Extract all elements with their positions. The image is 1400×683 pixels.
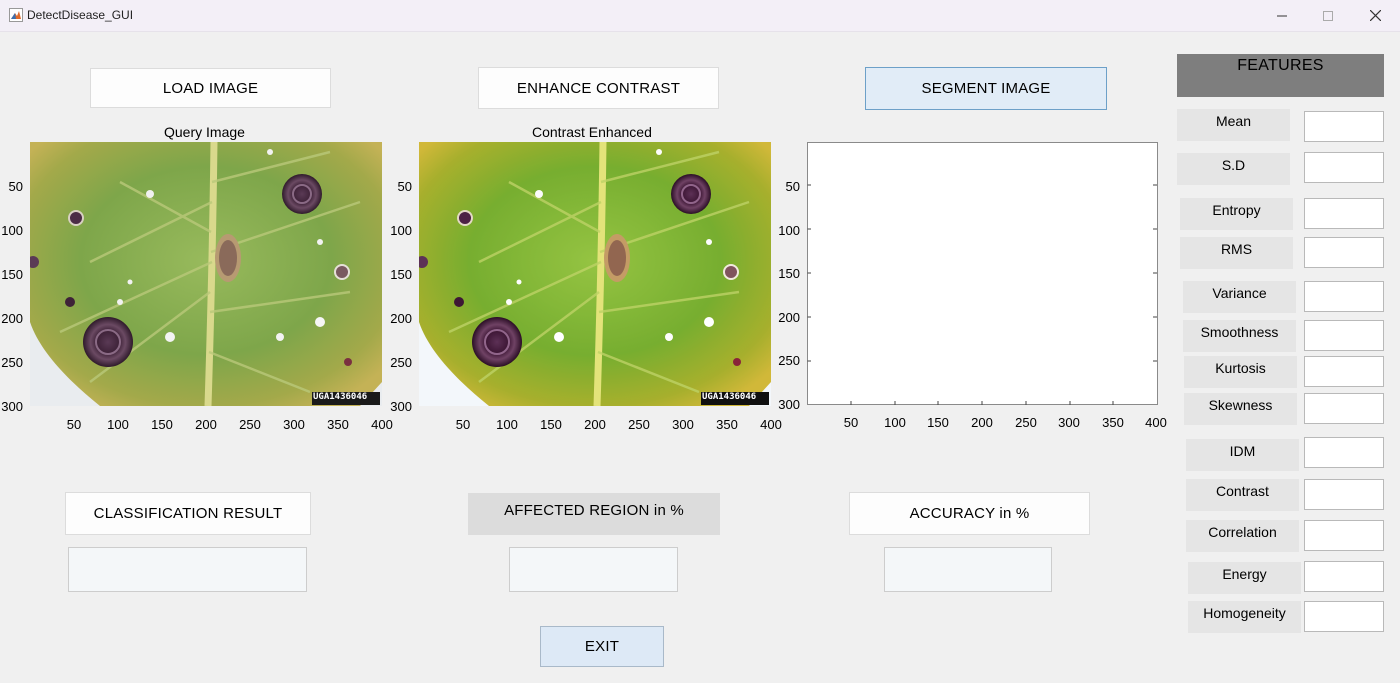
x-tick: 300 bbox=[1058, 415, 1080, 430]
classification-result-field[interactable] bbox=[68, 547, 307, 592]
y-tick: 150 bbox=[778, 266, 800, 281]
x-tick: 200 bbox=[584, 417, 606, 432]
x-tick: 150 bbox=[927, 415, 949, 430]
feature-label-correlation: Correlation bbox=[1186, 520, 1299, 552]
accuracy-button[interactable]: ACCURACY in % bbox=[849, 492, 1090, 535]
y-tick: 200 bbox=[1, 311, 23, 326]
y-tick: 100 bbox=[1, 223, 23, 238]
query-image: UGA1436046 bbox=[30, 142, 382, 406]
x-tick: 300 bbox=[672, 417, 694, 432]
x-tick: 400 bbox=[371, 417, 393, 432]
smoothness-field[interactable] bbox=[1304, 320, 1384, 351]
y-tick: 50 bbox=[785, 179, 800, 194]
sd-field[interactable] bbox=[1304, 152, 1384, 183]
close-button[interactable] bbox=[1352, 0, 1398, 31]
x-tick: 350 bbox=[716, 417, 738, 432]
idm-field[interactable] bbox=[1304, 437, 1384, 468]
mean-field[interactable] bbox=[1304, 111, 1384, 142]
window-title: DetectDisease_GUI bbox=[27, 8, 134, 22]
feature-label-idm: IDM bbox=[1186, 439, 1299, 471]
y-tick: 150 bbox=[1, 267, 23, 282]
x-tick: 200 bbox=[971, 415, 993, 430]
watermark-text: UGA1436046 bbox=[702, 392, 757, 402]
x-tick: 250 bbox=[239, 417, 261, 432]
x-tick: 50 bbox=[455, 417, 471, 432]
x-tick: 350 bbox=[1102, 415, 1124, 430]
query-image-title: Query Image bbox=[164, 124, 245, 140]
x-tick: 400 bbox=[1145, 415, 1167, 430]
skewness-field[interactable] bbox=[1304, 393, 1384, 424]
contrast-enhanced-image: UGA1436046 bbox=[419, 142, 771, 406]
feature-label-variance: Variance bbox=[1183, 281, 1296, 313]
feature-label-entropy: Entropy bbox=[1180, 198, 1293, 230]
x-tick: 350 bbox=[327, 417, 349, 432]
feature-label-mean: Mean bbox=[1177, 109, 1290, 141]
x-tick: 250 bbox=[1015, 415, 1037, 430]
y-tick: 300 bbox=[778, 397, 800, 412]
x-tick: 400 bbox=[760, 417, 782, 432]
y-tick: 200 bbox=[390, 311, 412, 326]
affected-region-label: AFFECTED REGION in % bbox=[468, 493, 720, 535]
maximize-button[interactable] bbox=[1305, 0, 1351, 31]
y-tick: 300 bbox=[390, 399, 412, 414]
segment-image-button[interactable]: SEGMENT IMAGE bbox=[865, 67, 1107, 110]
energy-field[interactable] bbox=[1304, 561, 1384, 592]
feature-label-energy: Energy bbox=[1188, 562, 1301, 594]
entropy-field[interactable] bbox=[1304, 198, 1384, 229]
load-image-button[interactable]: LOAD IMAGE bbox=[90, 68, 331, 108]
y-tick: 300 bbox=[1, 399, 23, 414]
x-tick: 300 bbox=[283, 417, 305, 432]
maximize-icon bbox=[1323, 10, 1333, 21]
x-tick: 50 bbox=[843, 415, 859, 430]
y-tick: 250 bbox=[778, 353, 800, 368]
feature-label-sd: S.D bbox=[1177, 153, 1290, 185]
feature-label-contrast: Contrast bbox=[1186, 479, 1299, 511]
feature-label-kurtosis: Kurtosis bbox=[1184, 356, 1297, 388]
kurtosis-field[interactable] bbox=[1304, 356, 1384, 387]
affected-region-field[interactable] bbox=[509, 547, 678, 592]
classification-result-button[interactable]: CLASSIFICATION RESULT bbox=[65, 492, 311, 535]
segmented-image-axes bbox=[807, 142, 1158, 405]
contrast-enhanced-title: Contrast Enhanced bbox=[532, 124, 652, 140]
watermark-text: UGA1436046 bbox=[313, 392, 368, 402]
y-tick: 250 bbox=[390, 355, 412, 370]
x-tick: 200 bbox=[195, 417, 217, 432]
minimize-icon bbox=[1277, 15, 1287, 16]
x-tick: 150 bbox=[151, 417, 173, 432]
homogeneity-field[interactable] bbox=[1304, 601, 1384, 632]
feature-label-smoothness: Smoothness bbox=[1183, 320, 1296, 352]
exit-button[interactable]: EXIT bbox=[540, 626, 664, 667]
feature-label-homogeneity: Homogeneity bbox=[1188, 601, 1301, 633]
y-tick: 50 bbox=[397, 179, 412, 194]
x-tick: 100 bbox=[496, 417, 518, 432]
x-tick: 250 bbox=[628, 417, 650, 432]
close-icon bbox=[1369, 10, 1381, 21]
rms-field[interactable] bbox=[1304, 237, 1384, 268]
minimize-button[interactable] bbox=[1259, 0, 1305, 31]
title-bar: DetectDisease_GUI bbox=[0, 0, 1400, 32]
feature-label-skewness: Skewness bbox=[1184, 393, 1297, 425]
y-tick: 200 bbox=[778, 310, 800, 325]
variance-field[interactable] bbox=[1304, 281, 1384, 312]
y-tick: 250 bbox=[1, 355, 23, 370]
features-header: FEATURES bbox=[1177, 54, 1384, 97]
accuracy-field[interactable] bbox=[884, 547, 1052, 592]
x-tick: 100 bbox=[107, 417, 129, 432]
contrast-field[interactable] bbox=[1304, 479, 1384, 510]
x-tick: 100 bbox=[884, 415, 906, 430]
enhance-contrast-button[interactable]: ENHANCE CONTRAST bbox=[478, 67, 719, 109]
matlab-icon bbox=[9, 8, 23, 22]
y-tick: 150 bbox=[390, 267, 412, 282]
correlation-field[interactable] bbox=[1304, 520, 1384, 551]
y-tick: 100 bbox=[778, 223, 800, 238]
x-tick: 150 bbox=[540, 417, 562, 432]
feature-label-rms: RMS bbox=[1180, 237, 1293, 269]
x-tick: 50 bbox=[66, 417, 82, 432]
y-tick: 50 bbox=[8, 179, 23, 194]
y-tick: 100 bbox=[390, 223, 412, 238]
